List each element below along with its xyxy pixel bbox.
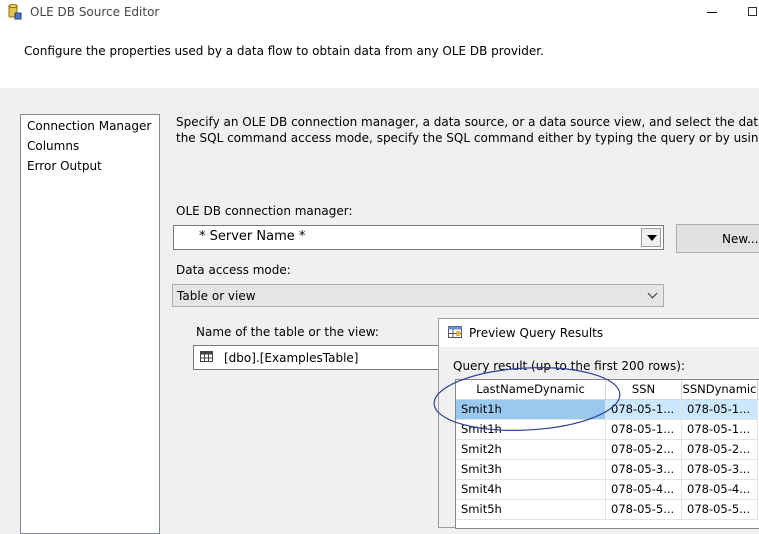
connection-manager-combo[interactable]: * Server Name * <box>173 225 664 250</box>
grid-icon <box>448 326 462 338</box>
chevron-down-icon <box>647 288 658 299</box>
cell-ssndynamic[interactable]: 078-05-1... <box>682 400 758 420</box>
table-row[interactable]: Smit1h 078-05-1... 078-05-1... <box>456 400 759 420</box>
nav-item-error-output[interactable]: Error Output <box>27 159 102 173</box>
cell-lastname[interactable]: Smit2h <box>456 440 606 460</box>
table-row[interactable]: Smit3h 078-05-3... 078-05-3... <box>456 460 759 480</box>
table-name-value: [dbo].[ExamplesTable] <box>224 351 359 365</box>
cell-lastname[interactable]: Smit4h <box>456 480 606 500</box>
connection-manager-value: * Server Name * <box>199 229 306 244</box>
table-row[interactable]: Smit5h 078-05-5... 078-05-5... <box>456 500 759 520</box>
cell-ssn[interactable]: 078-05-4... <box>606 480 682 500</box>
dropdown-arrow-icon[interactable] <box>641 228 661 247</box>
preview-title-bar: Preview Query Results <box>439 319 759 347</box>
table-row[interactable]: Smit4h 078-05-4... 078-05-4... <box>456 480 759 500</box>
table-row[interactable]: Smit2h 078-05-2... 078-05-2... <box>456 440 759 460</box>
connection-manager-label: OLE DB connection manager: <box>176 204 353 218</box>
column-header-ssndynamic[interactable]: SSNDynamic <box>682 380 758 400</box>
data-access-mode-label: Data access mode: <box>176 263 291 277</box>
nav-item-columns[interactable]: Columns <box>27 139 79 153</box>
cell-ssndynamic[interactable]: 078-05-4... <box>682 480 758 500</box>
cell-ssn[interactable]: 078-05-2... <box>606 440 682 460</box>
new-connection-button[interactable]: New... <box>676 224 759 253</box>
cell-lastname[interactable]: Smit1h <box>456 420 606 440</box>
new-button-label: New... <box>722 232 759 246</box>
header-panel: Configure the properties used by a data … <box>0 24 759 88</box>
maximize-icon <box>748 7 757 16</box>
preview-title: Preview Query Results <box>469 326 604 340</box>
preview-query-results-dialog: Preview Query Results Query result (up t… <box>438 318 759 529</box>
window-title: OLE DB Source Editor <box>30 5 160 19</box>
query-results-grid[interactable]: LastNameDynamic SSN SSNDynamic Smit1h 07… <box>455 379 759 529</box>
instructions-line-1: Specify an OLE DB connection manager, a … <box>176 115 759 129</box>
cell-lastname[interactable]: Smit1h <box>456 400 606 420</box>
data-access-mode-value: Table or view <box>177 289 256 303</box>
column-header-lastnamedynamic[interactable]: LastNameDynamic <box>456 380 606 400</box>
cell-ssndynamic[interactable]: 078-05-1... <box>682 420 758 440</box>
cell-lastname[interactable]: Smit3h <box>456 460 606 480</box>
cell-ssndynamic[interactable]: 078-05-5... <box>682 500 758 520</box>
cell-ssn[interactable]: 078-05-5... <box>606 500 682 520</box>
cell-ssndynamic[interactable]: 078-05-2... <box>682 440 758 460</box>
data-access-mode-select[interactable]: Table or view <box>172 284 664 307</box>
table-icon <box>200 351 213 362</box>
header-description: Configure the properties used by a data … <box>24 44 544 58</box>
instructions-line-2: the SQL command access mode, specify the… <box>176 131 759 145</box>
table-name-combo[interactable]: [dbo].[ExamplesTable] <box>193 345 453 370</box>
ole-db-source-icon <box>8 4 22 20</box>
table-row[interactable]: Smit1h 078-05-1... 078-05-1... <box>456 420 759 440</box>
instructions-text: Specify an OLE DB connection manager, a … <box>176 114 759 146</box>
cell-ssn[interactable]: 078-05-3... <box>606 460 682 480</box>
minimize-button[interactable] <box>698 0 726 24</box>
nav-item-connection-manager[interactable]: Connection Manager <box>27 119 151 133</box>
cell-ssndynamic[interactable]: 078-05-3... <box>682 460 758 480</box>
cell-lastname[interactable]: Smit5h <box>456 500 606 520</box>
table-name-label: Name of the table or the view: <box>196 325 379 339</box>
column-header-ssn[interactable]: SSN <box>606 380 682 400</box>
query-result-caption: Query result (up to the first 200 rows): <box>453 359 685 373</box>
page-list: Connection Manager Columns Error Output <box>20 114 160 534</box>
maximize-button[interactable] <box>744 4 759 20</box>
title-bar: OLE DB Source Editor <box>0 0 759 24</box>
cell-ssn[interactable]: 078-05-1... <box>606 400 682 420</box>
cell-ssn[interactable]: 078-05-1... <box>606 420 682 440</box>
